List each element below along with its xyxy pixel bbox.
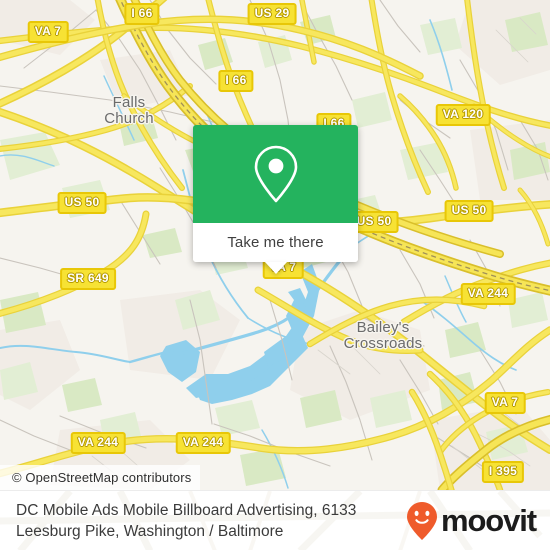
shield-va-7-nw[interactable]: VA 7 [27,21,69,43]
take-me-there-label: Take me there [227,234,324,251]
moovit-wordmark: moovit [440,503,537,538]
shield-us-29[interactable]: US 29 [247,3,297,25]
shield-us-50-e[interactable]: US 50 [444,200,494,222]
moovit-smiley-pin-icon [406,501,437,540]
shield-us-50-w[interactable]: US 50 [57,192,107,214]
popup-cta-bar[interactable]: Take me there [193,223,358,274]
shield-va-7-se[interactable]: VA 7 [484,392,526,414]
shield-va-244-s[interactable]: VA 244 [175,432,231,454]
shield-va-244-sw[interactable]: VA 244 [70,432,126,454]
shield-va-120[interactable]: VA 120 [435,104,491,126]
osm-attribution-text: © OpenStreetMap contributors [12,470,192,485]
popup-pin-area [193,125,358,223]
location-popup-card[interactable]: Take me there [193,125,358,274]
shield-i-395[interactable]: I 395 [481,461,525,483]
moovit-map-screenshot: .bg { fill:#f6f4ef; } .urb { fill:#f1ece… [0,0,550,550]
location-pin-icon [254,145,297,203]
footer-bar: DC Mobile Ads Mobile Billboard Advertisi… [0,490,550,550]
osm-attribution[interactable]: © OpenStreetMap contributors [0,465,201,490]
shield-va-244-e[interactable]: VA 244 [460,283,516,305]
location-title: DC Mobile Ads Mobile Billboard Advertisi… [16,501,357,540]
shield-i-66-n[interactable]: I 66 [124,3,160,25]
shield-i-66-e[interactable]: I 66 [218,70,254,92]
popup-pointer-tail [264,262,287,274]
map-canvas[interactable]: .bg { fill:#f6f4ef; } .urb { fill:#f1ece… [0,0,550,490]
moovit-logo[interactable]: moovit [406,501,537,541]
shield-sr-649[interactable]: SR 649 [60,268,116,290]
